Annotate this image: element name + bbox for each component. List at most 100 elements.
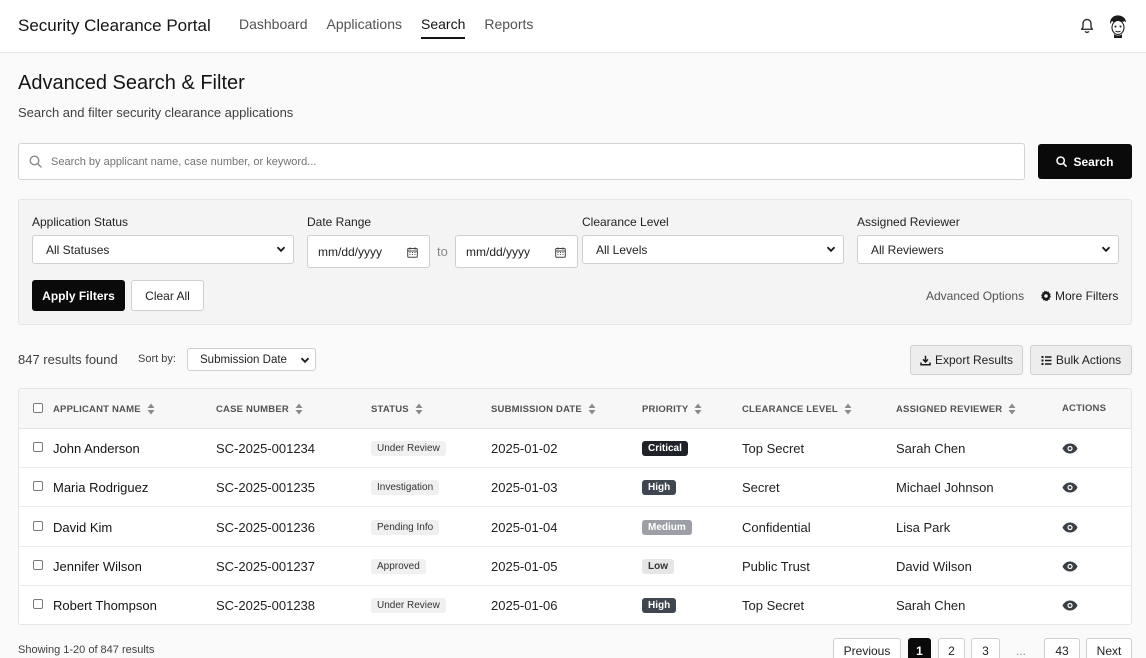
applicant-name[interactable]: Jennifer Wilson	[53, 559, 142, 574]
sort-select-value: Submission Date	[200, 353, 287, 366]
row-checkbox[interactable]	[33, 481, 43, 492]
status-badge: Under Review	[371, 441, 446, 456]
chevron-down-icon	[276, 246, 286, 253]
column-header-actions: ACTIONS	[1062, 403, 1106, 414]
nav-reports[interactable]: Reports	[484, 16, 533, 39]
search-input[interactable]	[51, 152, 1011, 172]
column-header-case[interactable]: CASE NUMBER	[216, 403, 303, 415]
column-header-priority[interactable]: PRIORITY	[642, 403, 702, 415]
app-title[interactable]: Security Clearance Portal	[18, 16, 211, 36]
view-eye-icon[interactable]	[1062, 482, 1078, 493]
clearance-level: Top Secret	[742, 598, 805, 614]
table-row[interactable]: David Kim SC-2025-001236 Pending Info 2025-…	[19, 508, 1131, 547]
chevron-down-icon	[300, 357, 310, 364]
submission-date: 2025-01-02	[491, 441, 558, 456]
next-page-button[interactable]: Next	[1086, 638, 1132, 658]
search-button-label: Search	[1073, 154, 1114, 169]
date-range-separator: to	[437, 244, 448, 259]
page-button-1[interactable]: 1	[908, 638, 931, 658]
table-row[interactable]: Maria Rodriguez SC-2025-001235 Investigati…	[19, 468, 1131, 508]
advanced-options-link[interactable]: Advanced Options	[926, 289, 1024, 303]
column-header-label: CASE NUMBER	[216, 403, 289, 415]
column-header-status[interactable]: STATUS	[371, 403, 423, 415]
select-all-checkbox[interactable]	[33, 403, 43, 413]
priority-badge: Medium	[642, 519, 692, 535]
case-number: SC-2025-001236	[216, 519, 316, 535]
table-header: APPLICANT NAME CASE NUMBER STATUS SUBMIS…	[19, 389, 1131, 429]
download-icon	[920, 355, 931, 366]
search-button[interactable]: Search	[1038, 144, 1132, 179]
status-badge: Pending Info	[371, 519, 440, 535]
sort-icon	[588, 403, 596, 415]
results-table: APPLICANT NAME CASE NUMBER STATUS SUBMIS…	[18, 388, 1132, 625]
column-header-reviewer[interactable]: ASSIGNED REVIEWER	[896, 403, 1016, 415]
sort-select[interactable]: Submission Date	[187, 348, 316, 371]
row-checkbox[interactable]	[33, 520, 43, 531]
view-eye-icon[interactable]	[1062, 561, 1078, 572]
table-row[interactable]: John Anderson SC-2025-001234 Under Review 2…	[19, 429, 1131, 468]
row-checkbox[interactable]	[33, 599, 43, 610]
submission-date: 2025-01-06	[491, 598, 558, 614]
date-from-placeholder: mm/dd/yyyy	[318, 244, 383, 259]
submission-date: 2025-01-05	[491, 558, 558, 574]
column-header-label: PRIORITY	[642, 403, 689, 415]
status-badge: Under Review	[371, 598, 446, 614]
clearance-filter-label: Clearance Level	[582, 215, 669, 229]
column-header-label: CLEARANCE LEVEL	[742, 403, 838, 415]
view-eye-icon[interactable]	[1062, 600, 1078, 611]
list-icon	[1041, 355, 1052, 365]
page-title: Advanced Search & Filter	[18, 72, 245, 94]
previous-page-button[interactable]: Previous	[833, 638, 901, 658]
column-header-label: ACTIONS	[1062, 403, 1107, 414]
sort-icon	[415, 403, 423, 415]
nav-applications[interactable]: Applications	[327, 16, 403, 39]
user-avatar-icon[interactable]	[1106, 13, 1130, 39]
date-to-input[interactable]: mm/dd/yyyy	[455, 235, 578, 268]
column-header-date[interactable]: SUBMISSION DATE	[491, 403, 596, 415]
clearance-select-value: All Levels	[596, 242, 648, 257]
apply-filters-button[interactable]: Apply Filters	[32, 280, 125, 311]
status-badge: Approved	[371, 558, 426, 574]
calendar-icon[interactable]	[407, 247, 418, 258]
status-select[interactable]: All Statuses	[32, 235, 294, 264]
reviewer-select[interactable]: All Reviewers	[857, 235, 1119, 264]
row-checkbox[interactable]	[33, 559, 43, 570]
applicant-name[interactable]: Maria Rodriguez	[53, 480, 148, 495]
table-row[interactable]: Robert Thompson SC-2025-001238 Under Revie…	[19, 586, 1131, 624]
row-checkbox[interactable]	[33, 442, 43, 452]
assigned-reviewer: Sarah Chen	[896, 441, 966, 456]
applicant-name[interactable]: David Kim	[53, 520, 112, 535]
date-from-input[interactable]: mm/dd/yyyy	[307, 235, 430, 268]
bell-icon[interactable]	[1080, 18, 1094, 34]
top-navbar: Security Clearance Portal Dashboard Appl…	[0, 0, 1146, 53]
clearance-select[interactable]: All Levels	[582, 235, 844, 264]
clear-all-button[interactable]: Clear All	[131, 280, 204, 311]
page-button-2[interactable]: 2	[938, 638, 965, 658]
clearance-level: Secret	[742, 480, 780, 496]
column-header-clearance[interactable]: CLEARANCE LEVEL	[742, 403, 852, 415]
bulk-actions-label: Bulk Actions	[1055, 353, 1122, 367]
submission-date: 2025-01-03	[491, 480, 558, 496]
more-filters-button[interactable]: More Filters	[1040, 289, 1118, 303]
case-number: SC-2025-001234	[216, 441, 316, 456]
calendar-icon[interactable]	[555, 247, 566, 258]
status-badge: Investigation	[371, 480, 440, 496]
applicant-name[interactable]: Robert Thompson	[53, 598, 157, 613]
page-button-last[interactable]: 43	[1044, 638, 1080, 658]
table-row[interactable]: Jennifer Wilson SC-2025-001237 Approved 202…	[19, 547, 1131, 586]
chevron-down-icon	[826, 246, 836, 253]
nav-dashboard[interactable]: Dashboard	[239, 16, 308, 39]
clearance-level: Top Secret	[742, 441, 805, 456]
column-header-applicant[interactable]: APPLICANT NAME	[53, 403, 155, 415]
gear-icon	[1041, 290, 1051, 302]
status-select-value: All Statuses	[46, 242, 110, 257]
applicant-name[interactable]: John Anderson	[53, 441, 140, 456]
export-results-button[interactable]: Export Results	[910, 345, 1023, 375]
view-eye-icon[interactable]	[1062, 522, 1078, 533]
sort-icon	[147, 403, 155, 415]
pagination-ellipsis: ...	[1016, 644, 1027, 658]
nav-search[interactable]: Search	[421, 16, 466, 39]
page-button-3[interactable]: 3	[971, 638, 1000, 658]
bulk-actions-button[interactable]: Bulk Actions	[1030, 345, 1132, 375]
view-eye-icon[interactable]	[1062, 443, 1078, 454]
